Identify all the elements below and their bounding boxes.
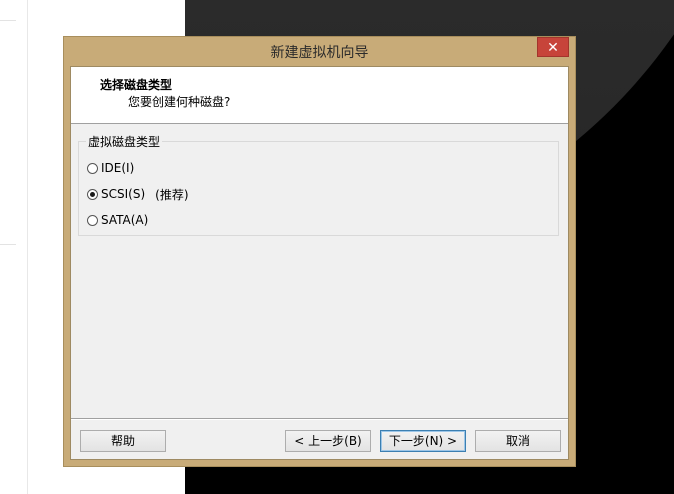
close-button[interactable]: ✕	[537, 37, 569, 57]
wizard-header: 选择磁盘类型 您要创建何种磁盘?	[71, 67, 568, 124]
page-title: 选择磁盘类型	[100, 78, 173, 92]
new-vm-wizard-dialog: 新建虚拟机向导 ✕ 选择磁盘类型 您要创建何种磁盘? 虚拟磁盘类型 IDE(I)…	[63, 36, 576, 467]
close-icon: ✕	[547, 40, 559, 56]
radio-label-scsi: SCSI(S)	[101, 187, 146, 201]
help-button[interactable]: 帮助	[80, 430, 166, 452]
next-button[interactable]: 下一步(N) >	[380, 430, 466, 452]
title-bar[interactable]: 新建虚拟机向导 ✕	[64, 37, 575, 65]
radio-label-ide: IDE(I)	[101, 161, 135, 175]
back-button[interactable]: < 上一步(B)	[285, 430, 371, 452]
groupbox-legend: 虚拟磁盘类型	[86, 133, 163, 150]
footer-divider	[71, 418, 568, 420]
radio-button-sata[interactable]	[87, 214, 98, 226]
divider	[0, 244, 16, 245]
recommended-note: (推荐)	[155, 187, 189, 202]
page-subtitle: 您要创建何种磁盘?	[128, 95, 231, 109]
radio-label-sata: SATA(A)	[101, 213, 149, 227]
radio-button-ide[interactable]	[87, 162, 98, 174]
divider	[27, 0, 28, 494]
disk-type-groupbox: 虚拟磁盘类型 IDE(I) SCSI(S) (推荐) SATA(A)	[78, 133, 559, 236]
cancel-button[interactable]: 取消	[475, 430, 561, 452]
divider	[0, 20, 16, 21]
radio-ide[interactable]: IDE(I)	[87, 160, 134, 176]
radio-button-scsi[interactable]	[87, 188, 98, 200]
dialog-content: 选择磁盘类型 您要创建何种磁盘? 虚拟磁盘类型 IDE(I) SCSI(S) (…	[70, 66, 569, 460]
radio-sata[interactable]: SATA(A)	[87, 212, 148, 228]
radio-scsi[interactable]: SCSI(S) (推荐)	[87, 186, 189, 202]
window-title: 新建虚拟机向导	[270, 45, 369, 61]
